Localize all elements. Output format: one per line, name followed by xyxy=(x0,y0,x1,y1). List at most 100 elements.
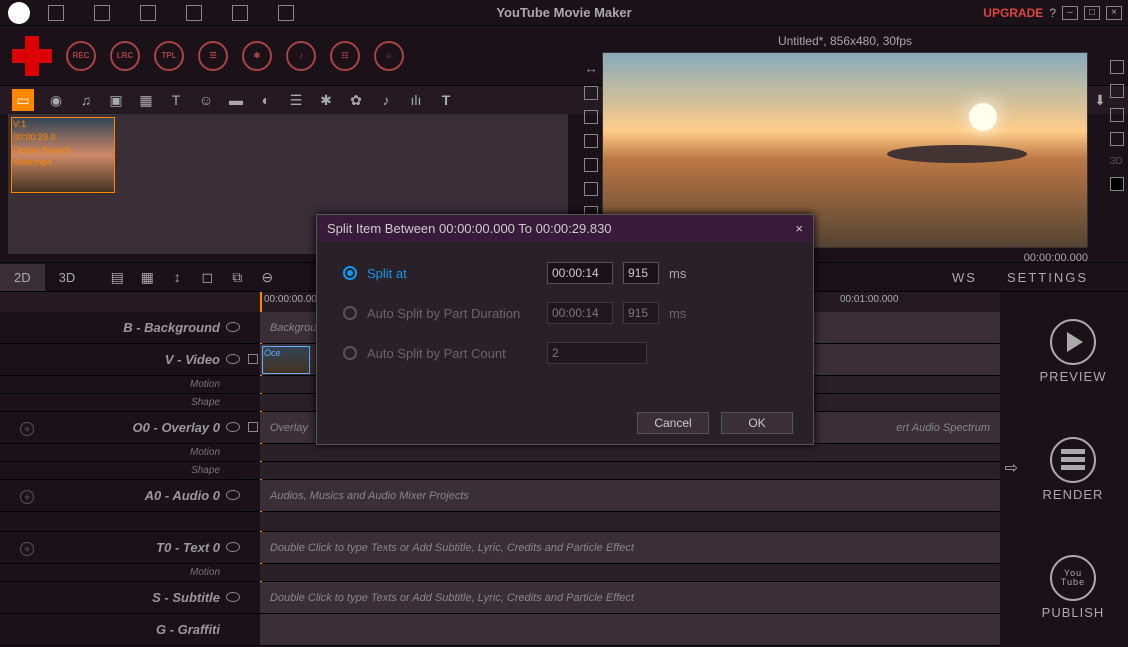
tb-icon-2[interactable] xyxy=(94,5,110,21)
eye-icon[interactable] xyxy=(226,354,240,364)
puzzle-icon[interactable]: ✿ xyxy=(348,92,364,108)
render-button[interactable]: RENDER xyxy=(1043,437,1104,502)
layers-icon[interactable]: ▦ xyxy=(138,92,154,108)
preview-button[interactable]: PREVIEW xyxy=(1040,319,1107,384)
contrast-icon[interactable]: ◐ xyxy=(258,92,274,108)
titlebar: YouTube Movie Maker UPGRADE ? – □ × xyxy=(0,0,1128,26)
help-button[interactable]: ? xyxy=(1049,6,1056,20)
ok-button[interactable]: OK xyxy=(721,412,793,434)
dialog-title: Split Item Between 00:00:00.000 To 00:00… xyxy=(327,221,612,236)
updown-icon[interactable]: ↕ xyxy=(169,269,185,285)
tpl-button[interactable]: TPL xyxy=(154,41,184,71)
preview-content-island xyxy=(887,145,1027,163)
media-clip[interactable]: V:1 00:00:29.0 Ocean Sunset View.mp4 xyxy=(11,117,115,193)
tab-ws[interactable]: WS xyxy=(952,270,977,285)
split-ms-input[interactable] xyxy=(623,262,659,284)
radio-count[interactable] xyxy=(343,346,357,360)
filters-icon[interactable]: ☰ xyxy=(288,92,304,108)
minus-icon[interactable]: ⊖ xyxy=(259,269,275,285)
split-time-input[interactable] xyxy=(547,262,613,284)
note-icon[interactable]: ♪ xyxy=(378,92,394,108)
st-label: S - Subtitle xyxy=(0,590,220,605)
star-icon[interactable]: ✱ xyxy=(318,92,334,108)
add-overlay-button[interactable]: + xyxy=(20,422,34,436)
tab-2d[interactable]: 2D xyxy=(0,264,45,291)
rec-button[interactable]: REC xyxy=(66,41,96,71)
r-tool-1-icon[interactable] xyxy=(1110,60,1124,74)
track-text-motion: Motion xyxy=(0,564,1000,582)
tab-3d[interactable]: 3D xyxy=(45,264,90,291)
text-icon[interactable]: T xyxy=(168,92,184,108)
duration-ms-input[interactable] xyxy=(623,302,659,324)
eye-icon[interactable] xyxy=(226,322,240,332)
music-button[interactable]: ♪ xyxy=(286,41,316,71)
track-graffiti: G - Graffiti xyxy=(0,614,1000,646)
tb-icon-3[interactable] xyxy=(140,5,156,21)
smile-icon[interactable]: ☺ xyxy=(198,92,214,108)
audio-track-area[interactable]: Audios, Musics and Audio Mixer Projects xyxy=(260,480,1000,511)
radio-split-at[interactable] xyxy=(343,266,357,280)
subtitle-track-area[interactable]: Double Click to type Texts or Add Subtit… xyxy=(260,582,1000,613)
image-icon[interactable]: ▣ xyxy=(108,92,124,108)
tb-icon-5[interactable] xyxy=(232,5,248,21)
tb-icon-1[interactable] xyxy=(48,5,64,21)
copy-icon[interactable]: ⧉ xyxy=(229,269,245,285)
add-button[interactable] xyxy=(12,36,52,76)
r-tool-4-icon[interactable] xyxy=(1110,132,1124,146)
tb-icon-6[interactable] xyxy=(278,5,294,21)
eq-icon[interactable]: ılı xyxy=(408,92,424,108)
eye-icon[interactable] xyxy=(226,542,240,552)
add-audio-button[interactable]: + xyxy=(20,490,34,504)
add-text-button[interactable]: + xyxy=(20,542,34,556)
duration-time-input[interactable] xyxy=(547,302,613,324)
bg-label: B - Background xyxy=(0,320,220,335)
eq-button[interactable]: ☷ xyxy=(330,41,360,71)
cancel-button[interactable]: Cancel xyxy=(637,412,709,434)
close-button[interactable]: × xyxy=(1106,6,1122,20)
text-track-area[interactable]: Double Click to type Texts or Add Subtit… xyxy=(260,532,1000,563)
speaker-icon[interactable] xyxy=(248,354,258,364)
user-button[interactable]: ☺ xyxy=(374,41,404,71)
tb-icon-4[interactable] xyxy=(186,5,202,21)
radio-duration[interactable] xyxy=(343,306,357,320)
music-icon[interactable]: ♫ xyxy=(78,92,94,108)
camera-icon[interactable]: ◉ xyxy=(48,92,64,108)
crop-icon[interactable]: ◻ xyxy=(199,269,215,285)
count-input[interactable] xyxy=(547,342,647,364)
color-tool-icon[interactable] xyxy=(1110,177,1124,191)
video-category-icon[interactable]: ▭ xyxy=(12,89,34,111)
upgrade-button[interactable]: UPGRADE xyxy=(983,6,1043,20)
bigtext-icon[interactable]: T xyxy=(438,92,454,108)
graffiti-track-area[interactable] xyxy=(260,614,1000,645)
track-overlay-shape: Shape xyxy=(0,462,1000,480)
tab-settings[interactable]: SETTINGS xyxy=(1007,270,1088,285)
timeline-clip[interactable]: Oce xyxy=(262,346,310,374)
flower-button[interactable]: ✱ xyxy=(242,41,272,71)
3d-tool-icon[interactable]: 3D xyxy=(1110,156,1124,167)
label-count: Auto Split by Part Count xyxy=(367,346,537,361)
eye-icon[interactable] xyxy=(226,490,240,500)
eye-icon[interactable] xyxy=(226,592,240,602)
battery-icon[interactable]: ▬ xyxy=(228,92,244,108)
lrc-button[interactable]: LRC xyxy=(110,41,140,71)
dialog-close-button[interactable]: × xyxy=(795,221,803,236)
forward-icon[interactable]: ⇨ xyxy=(1005,458,1018,478)
r-tool-2-icon[interactable] xyxy=(1110,84,1124,98)
split-dialog: Split Item Between 00:00:00.000 To 00:00… xyxy=(316,214,814,445)
publish-button[interactable]: YouTube PUBLISH xyxy=(1042,555,1105,620)
list-button[interactable]: ☰ xyxy=(198,41,228,71)
r-tool-3-icon[interactable] xyxy=(1110,108,1124,122)
play-icon xyxy=(1067,332,1083,352)
maximize-button[interactable]: □ xyxy=(1084,6,1100,20)
minimize-button[interactable]: – xyxy=(1062,6,1078,20)
grid-icon[interactable]: ▦ xyxy=(139,269,155,285)
clip-duration: 00:00:29.0 xyxy=(12,131,114,144)
speaker-icon[interactable] xyxy=(248,422,258,432)
eye-icon[interactable] xyxy=(226,422,240,432)
preview-title: Untitled*, 856x480, 30fps xyxy=(590,30,1100,52)
track-overlay-motion: Motion xyxy=(0,444,1000,462)
align-icon[interactable]: ▤ xyxy=(109,269,125,285)
unit-ms: ms xyxy=(669,266,686,281)
preview-right-tools: 3D xyxy=(1110,60,1124,191)
dialog-titlebar[interactable]: Split Item Between 00:00:00.000 To 00:00… xyxy=(317,215,813,242)
